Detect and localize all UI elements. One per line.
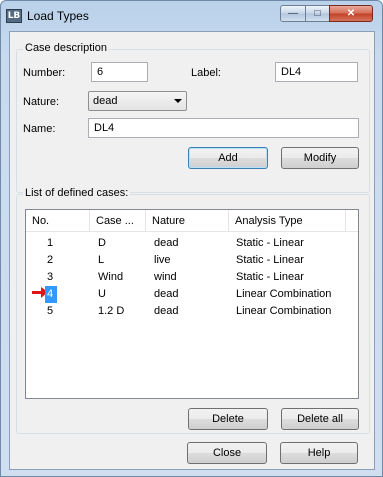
minimize-button[interactable]: — (280, 5, 306, 22)
case-description-legend: Case description (23, 42, 109, 54)
cell-case: Wind (98, 271, 124, 283)
nature-label: Nature: (23, 96, 60, 108)
cell-case: U (98, 288, 106, 300)
cell-nature: dead (154, 305, 179, 317)
cases-list[interactable]: No. Case ... Nature Analysis Type 1 D de… (25, 209, 359, 399)
cell-analysis-type: Static - Linear (236, 254, 304, 266)
delete-button[interactable]: Delete (188, 408, 268, 430)
defined-cases-group: List of defined cases: No. Case ... Natu… (16, 187, 370, 434)
add-button[interactable]: Add (188, 147, 268, 169)
delete-all-button[interactable]: Delete all (281, 408, 359, 430)
cell-analysis-type: Static - Linear (236, 237, 304, 249)
red-arrow-icon (32, 287, 48, 298)
label-label: Label: (191, 67, 221, 79)
column-header-analysis-type[interactable]: Analysis Type (229, 210, 346, 232)
column-header-no[interactable]: No. (26, 210, 90, 232)
cell-no: 5 (47, 305, 54, 317)
column-header-nature[interactable]: Nature (146, 210, 229, 232)
close-button[interactable]: Close (187, 442, 267, 464)
nature-select[interactable]: dead (88, 91, 187, 111)
cell-no: 3 (47, 271, 54, 283)
cell-no-selected: 4 (45, 286, 57, 303)
nature-select-value: dead (93, 95, 118, 107)
list-header: No. Case ... Nature Analysis Type (26, 210, 358, 232)
help-button[interactable]: Help (280, 442, 358, 464)
table-row[interactable]: 1 D dead Static - Linear (26, 235, 358, 252)
defined-cases-legend: List of defined cases: (23, 187, 131, 199)
cell-analysis-type: Static - Linear (236, 271, 304, 283)
cell-nature: wind (154, 271, 177, 283)
label-input[interactable]: DL4 (275, 62, 358, 82)
column-header-case[interactable]: Case ... (90, 210, 146, 232)
title-bar[interactable]: LB Load Types — □ ✕ (1, 1, 382, 31)
name-input[interactable]: DL4 (88, 118, 359, 138)
app-icon: LB (6, 9, 22, 23)
window-title: Load Types (27, 9, 89, 23)
cell-nature: dead (154, 288, 179, 300)
cell-nature: dead (154, 237, 179, 249)
chevron-down-icon (174, 99, 182, 103)
maximize-button[interactable]: □ (305, 5, 330, 22)
table-row-selected[interactable]: 4 U dead Linear Combination (26, 286, 358, 303)
dialog-body: Case description Number: 6 Label: DL4 Na… (9, 31, 375, 470)
cell-case: 1.2 D (98, 305, 125, 317)
close-window-button[interactable]: ✕ (329, 5, 373, 22)
cell-case: D (98, 237, 106, 249)
cell-no: 2 (47, 254, 54, 266)
case-description-group: Case description Number: 6 Label: DL4 Na… (16, 42, 370, 193)
name-label: Name: (23, 123, 56, 135)
modify-button[interactable]: Modify (281, 147, 359, 169)
cell-no: 1 (47, 237, 54, 249)
number-label: Number: (23, 67, 66, 79)
cell-case: L (98, 254, 105, 266)
cell-nature: live (154, 254, 171, 266)
table-row[interactable]: 2 L live Static - Linear (26, 252, 358, 269)
cell-analysis-type: Linear Combination (236, 288, 332, 300)
cell-analysis-type: Linear Combination (236, 305, 332, 317)
number-input[interactable]: 6 (91, 62, 148, 82)
table-row[interactable]: 5 1.2 D dead Linear Combination (26, 303, 358, 320)
load-types-window: LB Load Types — □ ✕ Case description Num… (0, 0, 383, 477)
table-row[interactable]: 3 Wind wind Static - Linear (26, 269, 358, 286)
